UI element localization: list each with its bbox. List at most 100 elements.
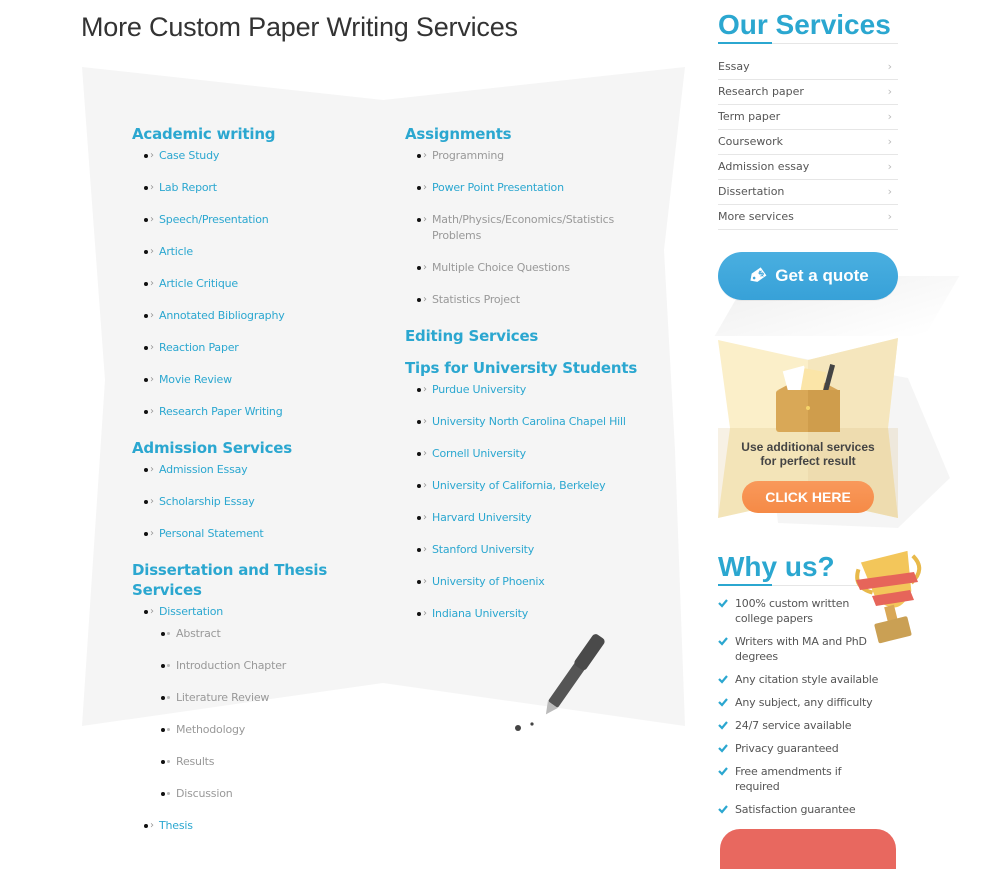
chevron-right-icon: › [423,262,427,273]
list-item-link[interactable]: Thesis [159,819,193,832]
list-item[interactable]: › Article [132,244,392,260]
list-item[interactable]: › Movie Review [132,372,392,388]
service-item[interactable]: Research paper › [718,80,898,105]
page-title: More Custom Paper Writing Services [81,12,518,42]
service-item[interactable]: Admission essay › [718,155,898,180]
list-item[interactable]: › Case Study [132,148,392,164]
list-item[interactable]: › Reaction Paper [132,340,392,356]
list-item[interactable]: › Thesis [132,818,392,834]
list-item[interactable]: › Scholarship Essay [132,494,392,510]
chevron-right-icon: › [423,416,427,427]
list-item[interactable]: › Speech/Presentation [132,212,392,228]
list-item-link[interactable]: Scholarship Essay [159,495,255,508]
chevron-right-icon: › [423,384,427,395]
chevron-right-icon: › [150,464,154,475]
chevron-right-icon: › [887,185,892,198]
chevron-right-icon: › [150,150,154,161]
bullet-icon [144,824,148,828]
list-item[interactable]: › Research Paper Writing [132,404,392,420]
list-item-link[interactable]: Cornell University [432,447,526,460]
service-item[interactable]: Coursework › [718,130,898,155]
section-title: Assignments [405,125,512,143]
sub-list-item-label: Literature Review [176,691,270,704]
list-item-link[interactable]: Admission Essay [159,463,248,476]
left-column: Academic writing › Case Study › Lab Report › S… [132,124,392,852]
chevron-right-icon: › [150,406,154,417]
list-item-link[interactable]: University of Phoenix [432,575,545,588]
list-item-link[interactable]: Movie Review [159,373,232,386]
service-item[interactable]: Essay › [718,55,898,80]
trophy-icon [855,550,922,644]
chevron-right-icon: › [423,480,427,491]
bullet-icon [417,298,421,302]
list-item-link[interactable]: Dissertation [159,605,223,618]
list-item[interactable]: › University North Carolina Chapel Hill [405,414,675,430]
dot-icon [167,696,170,699]
list-item[interactable]: › Personal Statement [132,526,392,542]
sidebar: Our Services Essay › Research paper › Term p… [718,8,898,230]
list-item-link[interactable]: Speech/Presentation [159,213,269,226]
list-item[interactable]: › Lab Report [132,180,392,196]
list-item[interactable]: › Purdue University [405,382,675,398]
click-here-button[interactable]: CLICK HERE [742,481,874,513]
why-us-item-label: Privacy guaranteed [735,742,839,755]
sub-list-item-label: Methodology [176,723,246,736]
get-a-quote-button[interactable]: $ Get a quote [718,252,898,300]
service-item[interactable]: Dissertation › [718,180,898,205]
bullet-icon [144,378,148,382]
bullet-icon [144,218,148,222]
chevron-right-icon: › [150,606,154,617]
list-item-label: Statistics Project [432,293,520,306]
list-item-link[interactable]: Reaction Paper [159,341,239,354]
pen-illustration [515,634,605,731]
list-item[interactable]: › Cornell University [405,446,675,462]
list-item-link[interactable]: Indiana University [432,607,528,620]
service-item[interactable]: Term paper › [718,105,898,130]
section-list: › Dissertation Abstract Introduction Chapte… [132,604,392,834]
bullet-icon [144,282,148,286]
envelope-icon [776,364,840,432]
chevron-right-icon: › [887,210,892,223]
list-item[interactable]: › Annotated Bibliography [132,308,392,324]
list-item[interactable]: › Admission Essay [132,462,392,478]
list-item-link[interactable]: Purdue University [432,383,526,396]
list-item[interactable]: › University of Phoenix [405,574,675,590]
list-item-label: Math/Physics/Economics/Statistics Problem… [432,213,614,242]
bullet-icon [144,346,148,350]
list-item[interactable]: › Harvard University [405,510,675,526]
order-button-partial[interactable] [720,829,896,869]
list-item-link[interactable]: Power Point Presentation [432,181,564,194]
bullet-icon [417,218,421,222]
list-item-link[interactable]: Personal Statement [159,527,264,540]
checkmark-icon [718,721,728,730]
list-item-link[interactable]: Research Paper Writing [159,405,283,418]
list-item: › Multiple Choice Questions [405,260,675,276]
service-item-label: Essay [718,60,750,73]
service-item-label: Admission essay [718,160,810,173]
bullet-icon [417,420,421,424]
list-item-link[interactable]: Article Critique [159,277,238,290]
list-item-link[interactable]: Stanford University [432,543,534,556]
service-item[interactable]: More services › [718,205,898,230]
why-us-item-label: 24/7 service available [735,719,852,732]
list-item[interactable]: › Dissertation Abstract Introduction Chapte… [132,604,392,802]
bullet-icon [161,664,165,668]
list-item-link[interactable]: Case Study [159,149,219,162]
list-item[interactable]: › Article Critique [132,276,392,292]
sub-list-item-label: Abstract [176,627,221,640]
list-item-link[interactable]: Annotated Bibliography [159,309,285,322]
chevron-right-icon: › [150,528,154,539]
list-item-link[interactable]: Harvard University [432,511,532,524]
list-item-link[interactable]: University of California, Berkeley [432,479,606,492]
why-us-item-label: 100% custom written college papers [735,597,850,625]
list-item[interactable]: › Stanford University [405,542,675,558]
section-title: Tips for University Students [405,359,638,377]
list-item-link[interactable]: Article [159,245,193,258]
sub-list-item: Abstract [159,626,392,642]
list-item[interactable]: › University of California, Berkeley [405,478,675,494]
bullet-icon [417,154,421,158]
list-item-link[interactable]: University North Carolina Chapel Hill [432,415,626,428]
list-item-link[interactable]: Lab Report [159,181,217,194]
chevron-right-icon: › [423,544,427,555]
list-item[interactable]: › Power Point Presentation [405,180,675,196]
